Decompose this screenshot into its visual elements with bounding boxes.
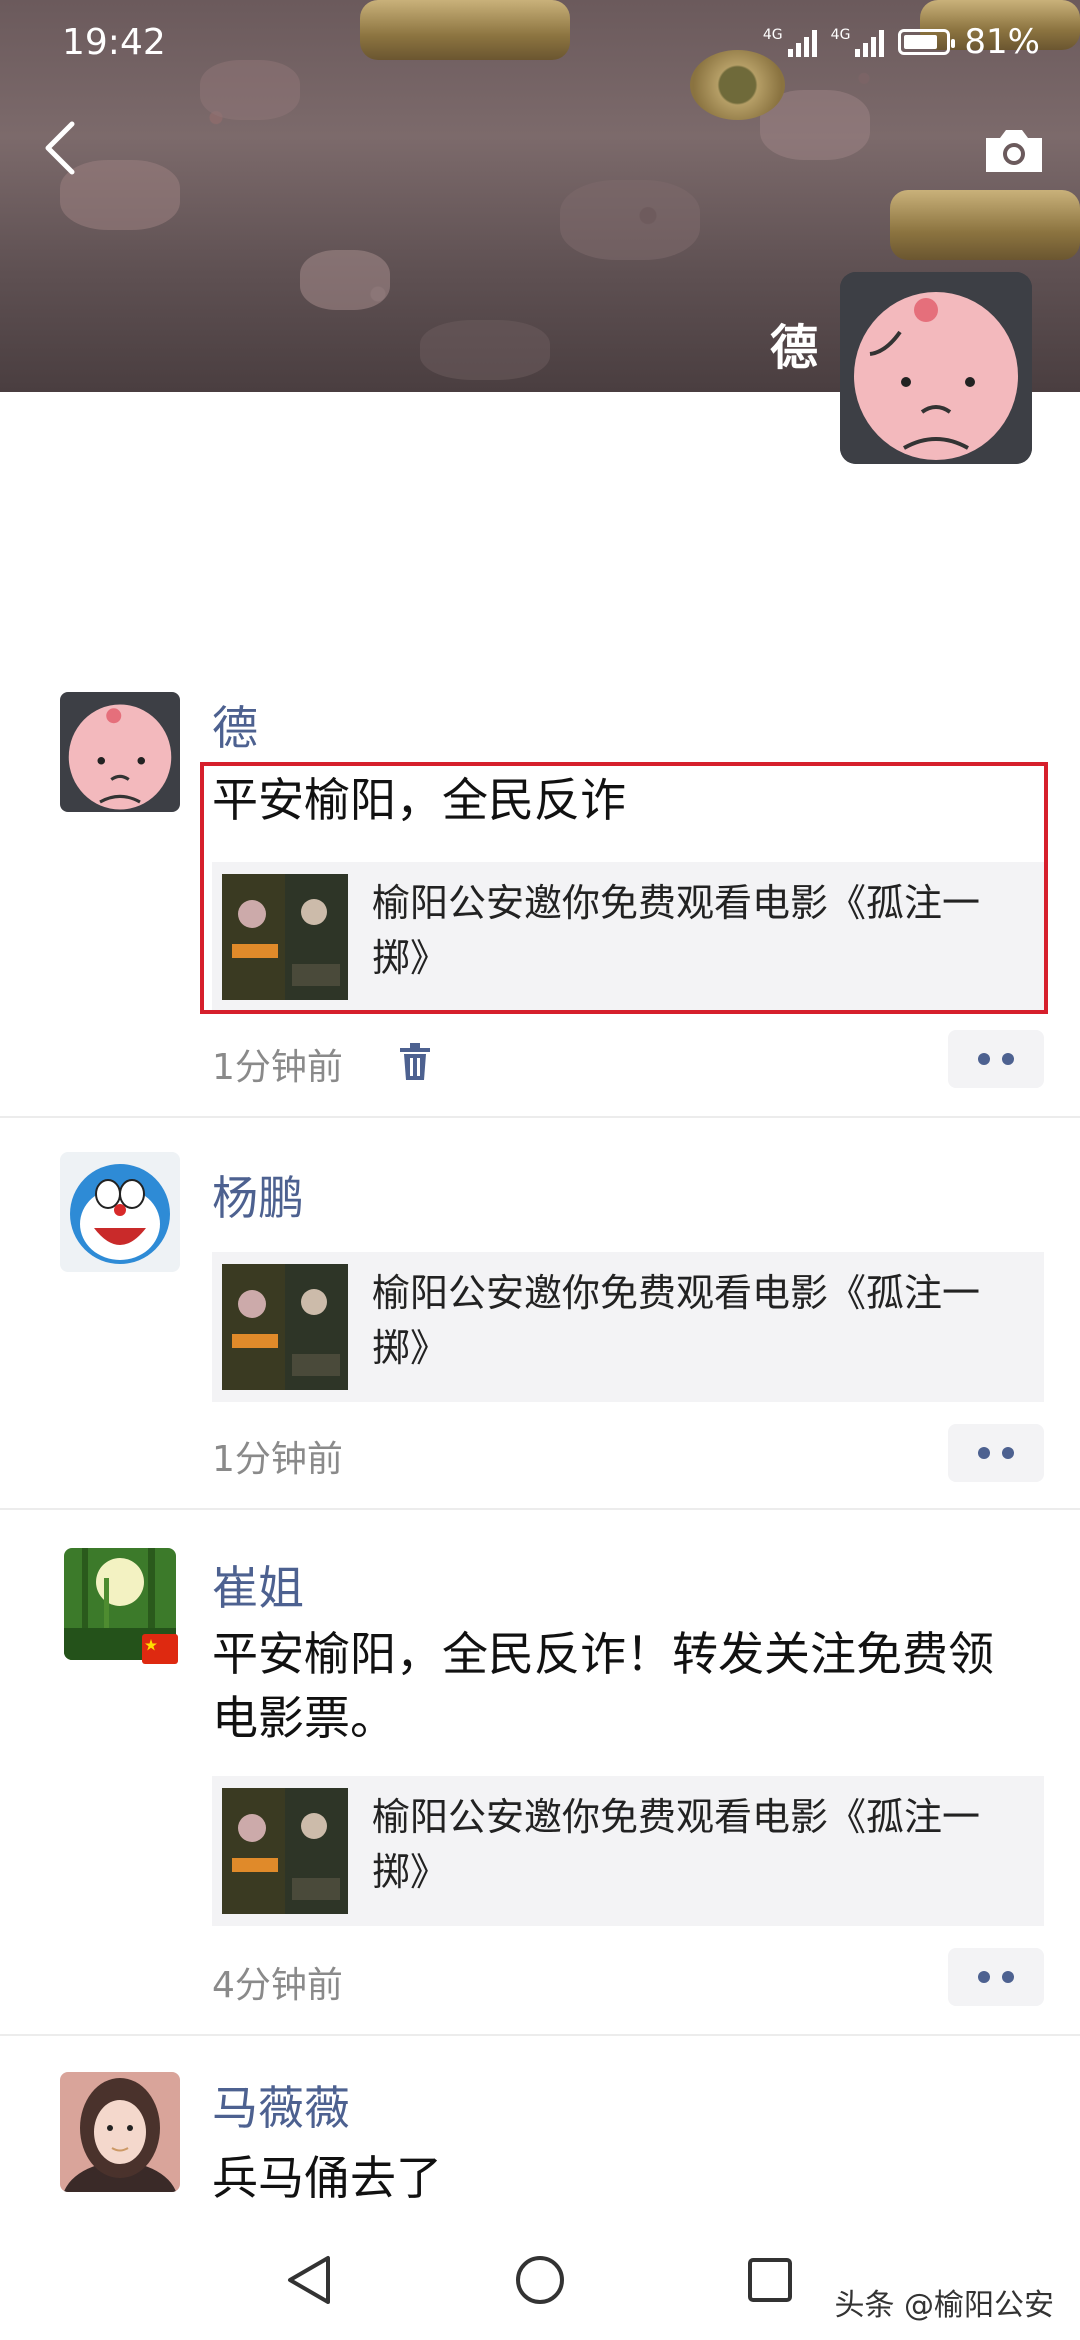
shared-link-title: 榆阳公安邀你免费观看电影《孤注一掷》 xyxy=(372,1795,981,1894)
post-text: 平安榆阳，全民反诈！转发关注免费领电影票。 xyxy=(212,1627,994,1745)
shared-link-title: 榆阳公安邀你免费观看电影《孤注一掷》 xyxy=(372,1271,981,1370)
cellular-signal-icon: 4G xyxy=(831,27,885,57)
divider xyxy=(0,1508,1080,1510)
network-type-label: 4G xyxy=(762,27,783,43)
china-flag-icon xyxy=(142,1634,178,1664)
battery-percent: 81% xyxy=(964,22,1040,62)
post-author[interactable]: 崔姐 xyxy=(212,1552,304,1618)
shared-link-card[interactable]: 榆阳公安邀你免费观看电影《孤注一掷》 xyxy=(212,1252,1044,1402)
watermark: 头条 @榆阳公安 xyxy=(834,2288,1054,2323)
girl-photo-avatar-icon xyxy=(60,2072,180,2192)
profile-avatar[interactable] xyxy=(840,272,1032,464)
post-author[interactable]: 马薇薇 xyxy=(212,2072,350,2138)
nav-home-icon[interactable] xyxy=(510,2250,570,2310)
gravel-stone xyxy=(420,320,550,380)
profile-name: 德 xyxy=(769,320,818,376)
post-timestamp: 1分钟前 xyxy=(212,1439,343,1480)
divider xyxy=(0,2034,1080,2036)
shared-link-card[interactable]: 榆阳公安邀你免费观看电影《孤注一掷》 xyxy=(212,1776,1044,1926)
network-type-label: 4G xyxy=(830,27,851,43)
nav-recents-icon[interactable] xyxy=(740,2250,800,2310)
baby-face-icon xyxy=(840,272,1032,464)
camera-icon[interactable] xyxy=(982,126,1046,176)
baby-face-icon xyxy=(60,692,180,812)
cellular-signal-icon: 4G xyxy=(763,27,817,57)
doraemon-avatar-icon xyxy=(60,1152,180,1272)
gravel-stone xyxy=(300,250,390,310)
movie-poster-thumbnail xyxy=(222,1264,348,1390)
avatar[interactable] xyxy=(60,692,180,812)
battery-icon xyxy=(898,29,956,55)
status-time: 19:42 xyxy=(62,22,166,63)
post-author[interactable]: 德 xyxy=(212,692,258,758)
post-author[interactable]: 杨鹏 xyxy=(212,1162,304,1228)
movie-poster-thumbnail xyxy=(222,1788,348,1914)
more-actions-button[interactable] xyxy=(948,1030,1044,1088)
post-timestamp: 1分钟前 xyxy=(212,1047,343,1088)
bullet-casing xyxy=(890,190,1080,260)
avatar[interactable] xyxy=(60,1152,180,1272)
highlight-box xyxy=(200,762,1048,1014)
back-arrow-icon[interactable] xyxy=(40,118,80,178)
gravel-stone xyxy=(560,180,700,260)
avatar[interactable] xyxy=(60,2072,180,2192)
nav-back-icon[interactable] xyxy=(280,2250,340,2310)
post-text: 兵马俑去了 xyxy=(212,2151,442,2205)
divider xyxy=(0,1116,1080,1118)
more-actions-button[interactable] xyxy=(948,1948,1044,2006)
status-bar: 19:42 4G 4G 81% xyxy=(0,0,1080,80)
trash-icon[interactable] xyxy=(398,1042,432,1082)
post-timestamp: 4分钟前 xyxy=(212,1965,343,2006)
more-actions-button[interactable] xyxy=(948,1424,1044,1482)
